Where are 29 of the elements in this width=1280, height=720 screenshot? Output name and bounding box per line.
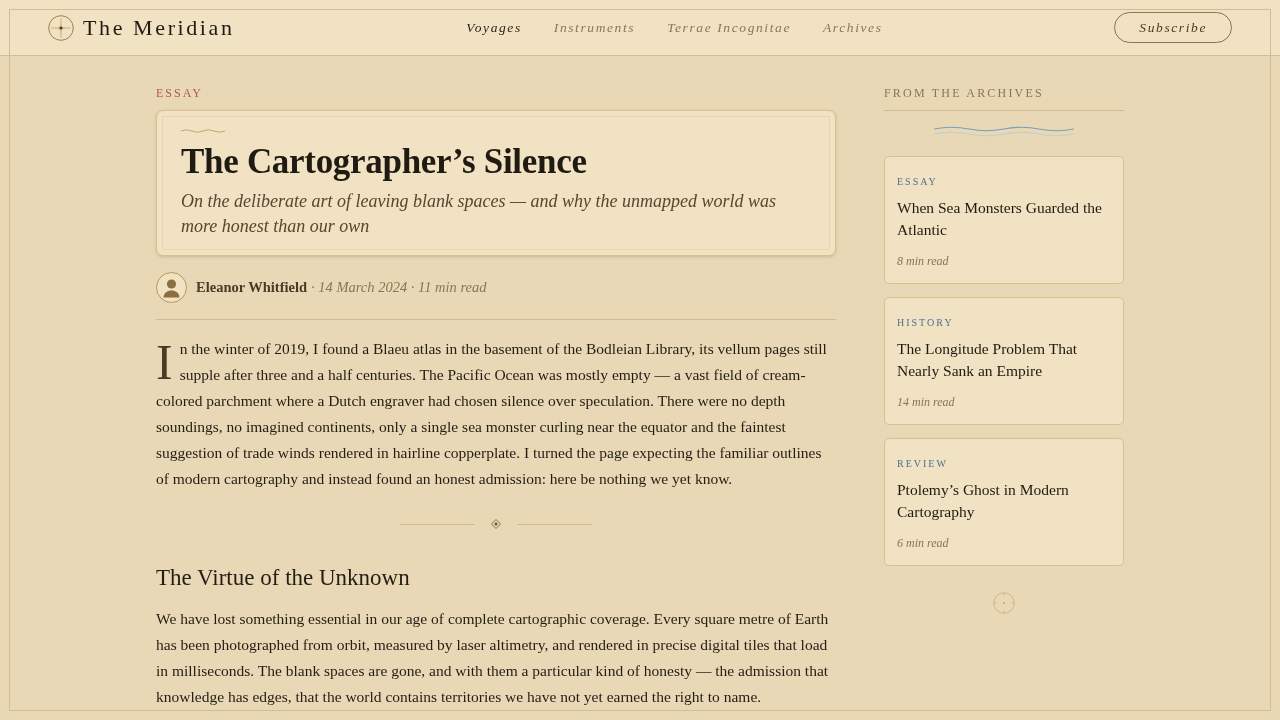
card-title: Ptolemy’s Ghost in Modern Cartography [897,480,1070,522]
article-meta: · 14 March 2024 · 11 min read [311,279,487,296]
card-title: The Longitude Problem That Nearly Sank an Empire [897,339,1079,381]
category-label: ESSAY [897,176,939,188]
article-card[interactable]: REVIEW Ptolemy’s Ghost in Modern Cartography 6 min read [884,438,1124,566]
nav-link[interactable]: Terrae Incognitae [667,19,791,36]
wave-icon [934,125,1074,137]
wave-icon [181,128,225,134]
nav-link[interactable]: Voyages [466,19,522,36]
compass-icon [48,14,74,41]
read-time: 8 min read [897,253,950,269]
article-card[interactable]: HISTORY The Longitude Problem That Nearly Sank an Empire 14 min read [884,297,1124,425]
author-name[interactable]: Eleanor Whitfield [196,279,308,296]
category-label: ESSAY [156,85,204,101]
article-card[interactable]: ESSAY When Sea Monsters Guarded the Atlantic 8 min read [884,156,1124,284]
read-time: 6 min read [897,535,950,551]
read-time: 14 min read [897,394,956,410]
diamond-icon [491,519,501,529]
sidebar-heading: FROM THE ARCHIVES [884,85,1124,111]
category-label: REVIEW [897,458,949,470]
avatar-icon [156,272,187,303]
article-subtitle: On the deliberate art of leaving blank spaces — and why the unmapped world was more honest than our own [181,190,777,238]
section-heading: The Virtue of the Unknown [156,564,411,592]
article-title: The Cartographer’s Silence [181,141,588,183]
category-label: HISTORY [897,317,955,329]
body-paragraph: We have lost something essential in our age of complete cartographic coverage. Every square metre of Earth has been photographed from orbit, measured by laser altimetry, and rendered in precise digital tiles that load in milliseconds. The blank spaces are gone, and with them a particular kind of honesty — the admission that knowledge has edges, that the world contains territories we have not yet earned the right to name. [156,609,830,707]
crosshair-icon [993,592,1015,614]
site-logo-text[interactable]: The Meridian [83,14,235,41]
card-title: When Sea Monsters Guarded the Atlantic [897,198,1103,240]
